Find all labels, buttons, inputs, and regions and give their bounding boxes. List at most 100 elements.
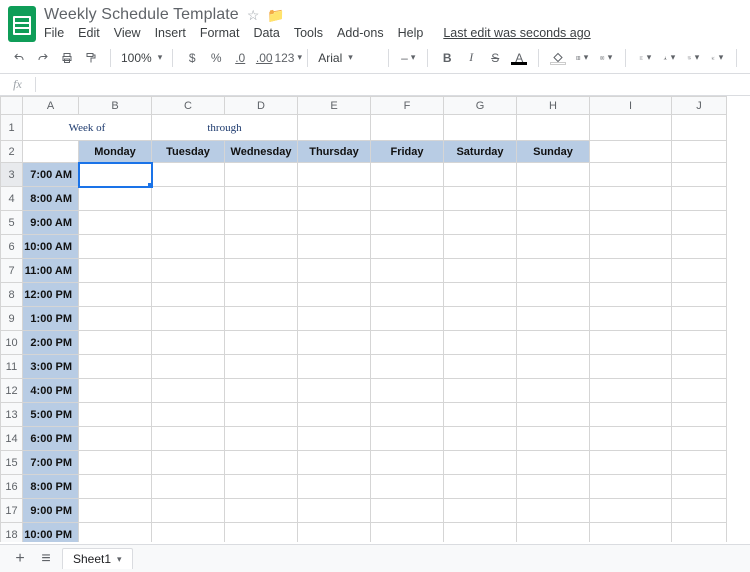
cell[interactable] bbox=[672, 141, 727, 163]
cell[interactable] bbox=[79, 523, 152, 543]
text-color-button[interactable]: A bbox=[510, 51, 528, 65]
cell[interactable] bbox=[517, 475, 590, 499]
cell[interactable] bbox=[590, 355, 672, 379]
row-header-14[interactable]: 14 bbox=[1, 427, 23, 451]
cell[interactable] bbox=[298, 163, 371, 187]
cell[interactable] bbox=[79, 235, 152, 259]
cell[interactable] bbox=[444, 331, 517, 355]
cell[interactable] bbox=[225, 379, 298, 403]
time-cell[interactable]: 7:00 AM bbox=[23, 163, 79, 187]
col-header-B[interactable]: B bbox=[79, 97, 152, 115]
cell[interactable] bbox=[590, 115, 672, 141]
cell-through[interactable]: through bbox=[152, 115, 298, 141]
cell[interactable] bbox=[444, 283, 517, 307]
cell[interactable] bbox=[672, 475, 727, 499]
bold-button[interactable]: B bbox=[438, 48, 456, 68]
cell[interactable] bbox=[590, 475, 672, 499]
time-cell[interactable]: 2:00 PM bbox=[23, 331, 79, 355]
cell[interactable] bbox=[444, 235, 517, 259]
menu-view[interactable]: View bbox=[114, 26, 141, 40]
cell[interactable] bbox=[79, 331, 152, 355]
cell[interactable] bbox=[298, 499, 371, 523]
col-header-G[interactable]: G bbox=[444, 97, 517, 115]
cell[interactable] bbox=[23, 141, 79, 163]
cell[interactable] bbox=[590, 163, 672, 187]
cell[interactable] bbox=[517, 115, 590, 141]
cell[interactable] bbox=[225, 187, 298, 211]
menu-help[interactable]: Help bbox=[398, 26, 424, 40]
time-cell[interactable]: 8:00 PM bbox=[23, 475, 79, 499]
cell[interactable] bbox=[517, 427, 590, 451]
cell[interactable] bbox=[152, 235, 225, 259]
cell[interactable] bbox=[152, 403, 225, 427]
cell[interactable] bbox=[298, 355, 371, 379]
cell[interactable] bbox=[517, 523, 590, 543]
cell[interactable] bbox=[225, 235, 298, 259]
menu-data[interactable]: Data bbox=[253, 26, 279, 40]
cell[interactable] bbox=[590, 235, 672, 259]
time-cell[interactable]: 10:00 AM bbox=[23, 235, 79, 259]
cell[interactable] bbox=[152, 427, 225, 451]
cell[interactable] bbox=[371, 451, 444, 475]
borders-button[interactable] bbox=[573, 48, 591, 68]
cell[interactable] bbox=[590, 499, 672, 523]
vertical-align-button[interactable] bbox=[660, 48, 678, 68]
row-header-11[interactable]: 11 bbox=[1, 355, 23, 379]
cell[interactable] bbox=[444, 163, 517, 187]
cell[interactable] bbox=[672, 187, 727, 211]
row-header-18[interactable]: 18 bbox=[1, 523, 23, 543]
cell[interactable] bbox=[672, 163, 727, 187]
star-icon[interactable]: ☆ bbox=[247, 7, 260, 24]
cell[interactable] bbox=[444, 475, 517, 499]
cell[interactable] bbox=[298, 187, 371, 211]
cell[interactable] bbox=[298, 259, 371, 283]
cell[interactable] bbox=[590, 211, 672, 235]
row-header-10[interactable]: 10 bbox=[1, 331, 23, 355]
cell[interactable] bbox=[672, 499, 727, 523]
cell[interactable] bbox=[298, 331, 371, 355]
day-header[interactable]: Monday bbox=[79, 141, 152, 163]
cell[interactable] bbox=[444, 211, 517, 235]
cell[interactable] bbox=[672, 235, 727, 259]
cell[interactable] bbox=[225, 283, 298, 307]
cell[interactable] bbox=[672, 283, 727, 307]
cell[interactable] bbox=[152, 187, 225, 211]
menu-format[interactable]: Format bbox=[200, 26, 240, 40]
cell[interactable] bbox=[517, 379, 590, 403]
number-format-menu[interactable]: 123 bbox=[279, 48, 297, 68]
cell[interactable] bbox=[79, 259, 152, 283]
col-header-C[interactable]: C bbox=[152, 97, 225, 115]
cell[interactable] bbox=[152, 523, 225, 543]
col-header-F[interactable]: F bbox=[371, 97, 444, 115]
cell[interactable] bbox=[79, 403, 152, 427]
cell[interactable] bbox=[672, 331, 727, 355]
row-header-2[interactable]: 2 bbox=[1, 141, 23, 163]
cell[interactable] bbox=[672, 115, 727, 141]
select-all-corner[interactable] bbox=[1, 97, 23, 115]
cell[interactable] bbox=[517, 235, 590, 259]
cell[interactable] bbox=[444, 355, 517, 379]
time-cell[interactable]: 5:00 PM bbox=[23, 403, 79, 427]
cell[interactable] bbox=[517, 355, 590, 379]
cell[interactable] bbox=[298, 235, 371, 259]
print-icon[interactable] bbox=[58, 48, 76, 68]
day-header[interactable]: Friday bbox=[371, 141, 444, 163]
cell[interactable] bbox=[225, 355, 298, 379]
menu-insert[interactable]: Insert bbox=[155, 26, 186, 40]
cell[interactable] bbox=[672, 355, 727, 379]
sheet-tab-menu-icon[interactable]: ▾ bbox=[117, 554, 122, 565]
cell[interactable] bbox=[371, 523, 444, 543]
cell[interactable] bbox=[672, 427, 727, 451]
menu-tools[interactable]: Tools bbox=[294, 26, 323, 40]
document-title[interactable]: Weekly Schedule Template bbox=[44, 6, 239, 24]
format-percent-button[interactable]: % bbox=[207, 48, 225, 68]
redo-icon[interactable] bbox=[34, 48, 52, 68]
cell[interactable] bbox=[225, 307, 298, 331]
cell[interactable] bbox=[225, 475, 298, 499]
col-header-A[interactable]: A bbox=[23, 97, 79, 115]
cell[interactable] bbox=[371, 259, 444, 283]
fill-color-button[interactable] bbox=[549, 51, 567, 65]
paint-format-icon[interactable] bbox=[82, 48, 100, 68]
cell[interactable] bbox=[590, 523, 672, 543]
time-cell[interactable]: 9:00 AM bbox=[23, 211, 79, 235]
